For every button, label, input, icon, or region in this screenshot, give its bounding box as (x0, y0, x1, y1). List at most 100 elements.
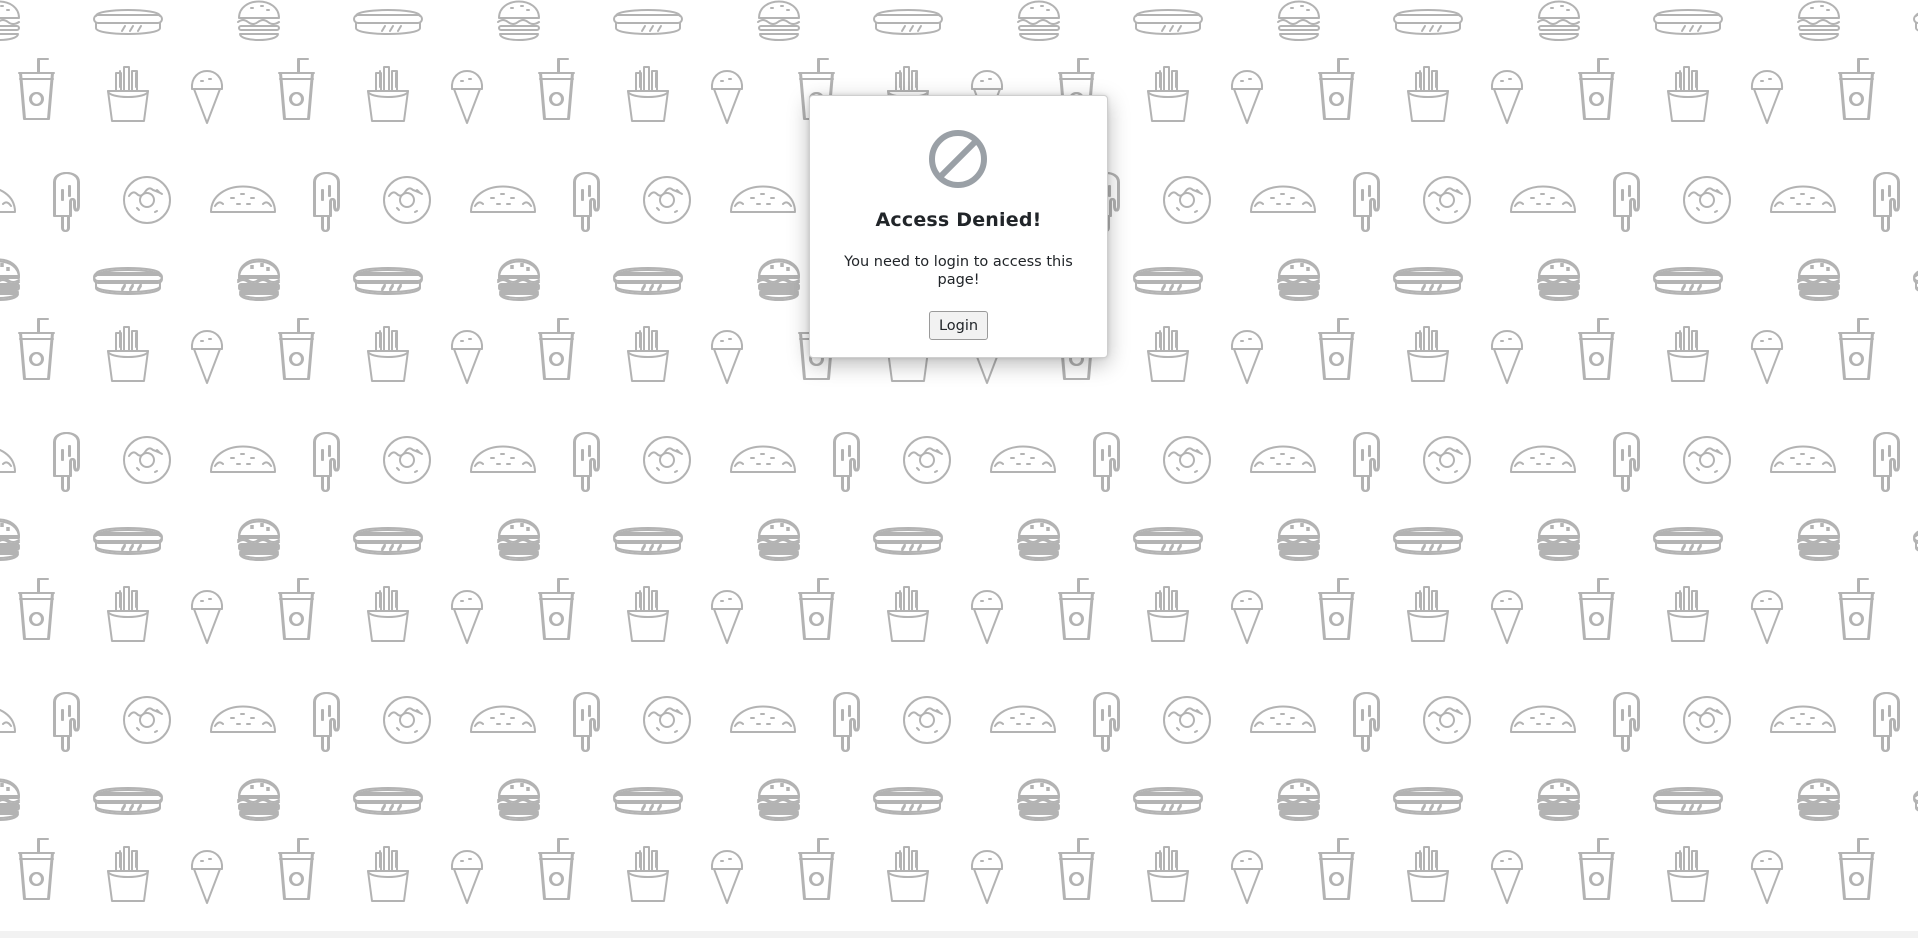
popsicle-icon (573, 692, 599, 752)
fries-icon (1147, 586, 1189, 642)
taco-icon (1770, 185, 1836, 213)
burger-icon (497, 0, 540, 41)
fries-icon (887, 586, 929, 642)
donut-icon (123, 436, 171, 484)
ice-cream-cone-icon (450, 850, 484, 904)
burger-icon (1797, 260, 1840, 301)
donut-icon (643, 436, 691, 484)
donut-icon (1683, 176, 1731, 224)
popsicle-icon (53, 692, 79, 752)
burger-icon (1797, 520, 1840, 561)
taco-icon (470, 185, 536, 213)
burger-icon (1017, 0, 1060, 41)
fries-icon (627, 66, 669, 122)
soda-cup-icon (1318, 838, 1354, 900)
donut-icon (903, 696, 951, 744)
taco-icon (730, 445, 796, 473)
login-button[interactable]: Login (929, 311, 988, 340)
soda-cup-icon (1578, 838, 1614, 900)
soda-cup-icon (1578, 58, 1614, 120)
fries-icon (107, 586, 149, 642)
popsicle-icon (833, 432, 859, 492)
ice-cream-cone-icon (970, 590, 1004, 644)
taco-icon (1510, 185, 1576, 213)
burger-icon (757, 0, 800, 41)
popsicle-icon (573, 432, 599, 492)
popsicle-icon (1613, 172, 1639, 232)
burger-icon (237, 0, 280, 41)
soda-cup-icon (18, 318, 54, 380)
taco-icon (1250, 445, 1316, 473)
ice-cream-cone-icon (190, 850, 224, 904)
donut-icon (1423, 436, 1471, 484)
popsicle-icon (833, 692, 859, 752)
ice-cream-cone-icon (1750, 590, 1784, 644)
fries-icon (627, 326, 669, 382)
taco-icon (990, 705, 1056, 733)
burger-icon (237, 260, 280, 301)
donut-icon (1423, 176, 1471, 224)
hotdog-icon (1653, 9, 1723, 35)
hotdog-icon (1393, 9, 1463, 35)
ice-cream-cone-icon (190, 70, 224, 124)
fries-icon (367, 846, 409, 902)
popsicle-icon (1613, 432, 1639, 492)
ice-cream-cone-icon (710, 590, 744, 644)
burger-icon (497, 780, 540, 821)
burger-icon (757, 260, 800, 301)
hotdog-icon (93, 9, 163, 35)
taco-icon (1250, 705, 1316, 733)
soda-cup-icon (278, 318, 314, 380)
popsicle-icon (1093, 432, 1119, 492)
fries-icon (107, 66, 149, 122)
access-denied-dialog: Access Denied! You need to login to acce… (809, 95, 1108, 358)
burger-icon (1797, 780, 1840, 821)
taco-icon (210, 185, 276, 213)
soda-cup-icon (1318, 578, 1354, 640)
donut-icon (383, 696, 431, 744)
taco-icon (0, 185, 16, 213)
soda-cup-icon (18, 838, 54, 900)
donut-icon (383, 176, 431, 224)
ice-cream-cone-icon (1490, 590, 1524, 644)
soda-cup-icon (278, 838, 314, 900)
burger-icon (757, 520, 800, 561)
taco-icon (210, 705, 276, 733)
hotdog-icon (613, 9, 683, 35)
soda-cup-icon (278, 578, 314, 640)
taco-icon (1770, 705, 1836, 733)
donut-icon (643, 696, 691, 744)
donut-icon (383, 436, 431, 484)
fries-icon (1667, 326, 1709, 382)
soda-cup-icon (1838, 58, 1874, 120)
hotdog-icon (873, 9, 943, 35)
soda-cup-icon (538, 318, 574, 380)
burger-icon (1017, 520, 1060, 561)
popsicle-icon (53, 432, 79, 492)
dialog-message: You need to login to access this page! (844, 254, 1073, 288)
ice-cream-cone-icon (1490, 70, 1524, 124)
popsicle-icon (1613, 692, 1639, 752)
burger-icon (1537, 520, 1580, 561)
soda-cup-icon (798, 578, 834, 640)
taco-icon (470, 705, 536, 733)
ice-cream-cone-icon (1230, 590, 1264, 644)
donut-icon (1163, 436, 1211, 484)
no-entry-icon (929, 130, 987, 188)
soda-cup-icon (1838, 838, 1874, 900)
taco-icon (1510, 705, 1576, 733)
burger-icon (757, 780, 800, 821)
popsicle-icon (573, 172, 599, 232)
donut-icon (123, 176, 171, 224)
ice-cream-cone-icon (450, 590, 484, 644)
ice-cream-cone-icon (710, 330, 744, 384)
taco-icon (210, 445, 276, 473)
fries-icon (1407, 66, 1449, 122)
popsicle-icon (1353, 172, 1379, 232)
popsicle-icon (1873, 432, 1899, 492)
burger-icon (497, 520, 540, 561)
ice-cream-cone-icon (1230, 850, 1264, 904)
fries-icon (1407, 846, 1449, 902)
fries-icon (1147, 326, 1189, 382)
soda-cup-icon (18, 58, 54, 120)
